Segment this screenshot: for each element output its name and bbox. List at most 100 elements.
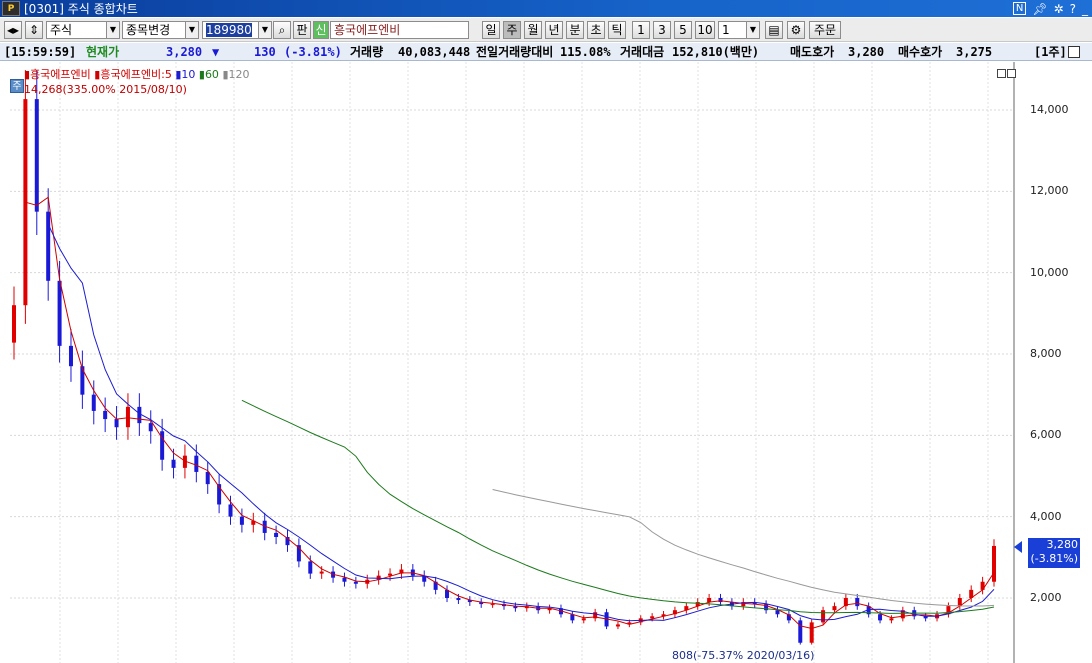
candle (615, 624, 620, 627)
candle (46, 211, 51, 281)
current-price-pointer (1014, 541, 1022, 553)
search-icon[interactable]: ⌕ (273, 21, 291, 39)
quote-price: 3,280 (166, 45, 203, 59)
legend-ma-name: 흥국에프엔비 (100, 68, 162, 81)
restore-icon[interactable] (997, 69, 1006, 78)
period-minute[interactable]: 분 (566, 21, 584, 39)
y-tick-label: 8,000 (1030, 347, 1062, 360)
interval-1[interactable]: 1 (632, 21, 650, 39)
candle (342, 577, 347, 582)
candle (388, 573, 393, 576)
change-stock-select[interactable]: 종목변경 ▼ (122, 21, 199, 39)
period-tick[interactable]: 틱 (608, 21, 626, 39)
left-right-arrows-icon[interactable]: ◂▸ (4, 21, 22, 39)
market-select-value: 주식 (50, 23, 73, 37)
candle (718, 598, 723, 603)
save-icon[interactable]: ▤ (765, 21, 783, 39)
y-tick-label: 2,000 (1030, 591, 1062, 604)
candle (114, 419, 119, 428)
order-button[interactable]: 주문 (809, 21, 841, 39)
close-icon[interactable] (1007, 69, 1016, 78)
candle (992, 545, 996, 582)
pin-icon[interactable]: 📌︎ (1032, 2, 1047, 16)
toolbar: ◂▸ ⇕ 주식 ▼ 종목변경 ▼ 189980 ▼ ⌕ 판 신 흥국에프엔비 일… (0, 18, 1092, 42)
chart-area[interactable] (0, 62, 1092, 663)
chart-window-buttons (996, 69, 1016, 81)
stock-code-input[interactable]: 189980 ▼ (202, 21, 272, 39)
legend-ma5: 5 (164, 68, 172, 81)
candle (308, 561, 313, 574)
chevron-down-icon: ▼ (258, 22, 271, 38)
ju-badge[interactable]: 주 (10, 79, 24, 93)
window-title: [0301] 주식 종합차트 (24, 2, 138, 16)
bid-value: 3,275 (956, 45, 993, 59)
help-icon[interactable]: ? (1070, 2, 1076, 16)
interval-5[interactable]: 5 (674, 21, 692, 39)
quote-label: 현재가 (86, 45, 120, 59)
legend-ma120: 120 (228, 68, 250, 81)
period-day[interactable]: 일 (482, 21, 500, 39)
quote-arrow: ▼ (212, 45, 220, 59)
current-price: 3,280 (1046, 538, 1079, 551)
sin-badge[interactable]: 신 (313, 21, 329, 39)
candle (148, 423, 153, 432)
candle (821, 610, 826, 623)
n-icon[interactable]: N (1012, 2, 1027, 15)
candle (353, 581, 358, 584)
y-tick-label: 4,000 (1030, 509, 1062, 523)
period-second[interactable]: 초 (587, 21, 605, 39)
chevron-down-icon: ▼ (106, 22, 119, 38)
candle (125, 406, 130, 428)
market-select[interactable]: 주식 ▼ (46, 21, 120, 39)
candle (775, 610, 780, 615)
candle (809, 622, 814, 643)
candle (456, 598, 461, 601)
candle (832, 606, 837, 611)
current-price-tag: 3,280 (-3.81%) (1028, 538, 1080, 568)
settings-icon[interactable]: ✲ (1054, 2, 1064, 16)
chevron-down-icon: ▼ (746, 22, 759, 38)
unit-label: [1주] (1034, 45, 1067, 59)
legend-ma60: 60 (204, 68, 219, 81)
interval-10[interactable]: 10 (695, 21, 715, 39)
candle (12, 305, 16, 343)
y-tick-label: 14,000 (1030, 103, 1069, 116)
change-stock-label: 종목변경 (126, 23, 171, 37)
interval-3[interactable]: 3 (653, 21, 671, 39)
period-year[interactable]: 년 (545, 21, 563, 39)
candle (103, 410, 108, 420)
period-month[interactable]: 월 (524, 21, 542, 39)
volume-label: 거래량 (350, 45, 384, 59)
quote-change-pct: (-3.81%) (284, 45, 342, 59)
volume-value: 40,083,448 (398, 45, 471, 59)
count-value: 1 (722, 23, 730, 37)
candle (581, 618, 586, 621)
price-chart[interactable] (0, 62, 1092, 663)
up-down-arrows-icon[interactable]: ⇕ (25, 21, 43, 39)
period-week[interactable]: 주 (503, 21, 521, 39)
quote-change: 130 (254, 45, 276, 59)
candle (319, 571, 324, 574)
candle (855, 598, 860, 607)
prev-ratio-label: 전일거래량대비 (476, 45, 554, 59)
ask-label: 매도호가 (790, 45, 835, 59)
title-controls: N 📌︎ ✲ ? _ (1012, 0, 1088, 17)
minimize-icon[interactable]: _ (1082, 2, 1088, 16)
bid-label: 매수호가 (898, 45, 943, 59)
window-icon[interactable] (1068, 46, 1080, 58)
candle (57, 280, 62, 346)
candle (239, 516, 244, 525)
stock-name-field[interactable]: 흥국에프엔비 (330, 21, 469, 39)
candle (798, 620, 803, 643)
candle (228, 504, 233, 517)
quote-time: [15:59:59] (4, 45, 77, 59)
pan-button[interactable]: 판 (293, 21, 311, 39)
candle (889, 618, 894, 621)
gear-icon[interactable]: ⚙ (787, 21, 805, 39)
prev-ratio-value: 115.08% (560, 45, 611, 59)
amount-label: 거래대금 (620, 45, 665, 59)
count-select[interactable]: 1 ▼ (718, 21, 760, 39)
candle (490, 604, 495, 606)
y-tick-label: 6,000 (1030, 428, 1062, 442)
stock-code-value: 189980 (206, 23, 252, 37)
